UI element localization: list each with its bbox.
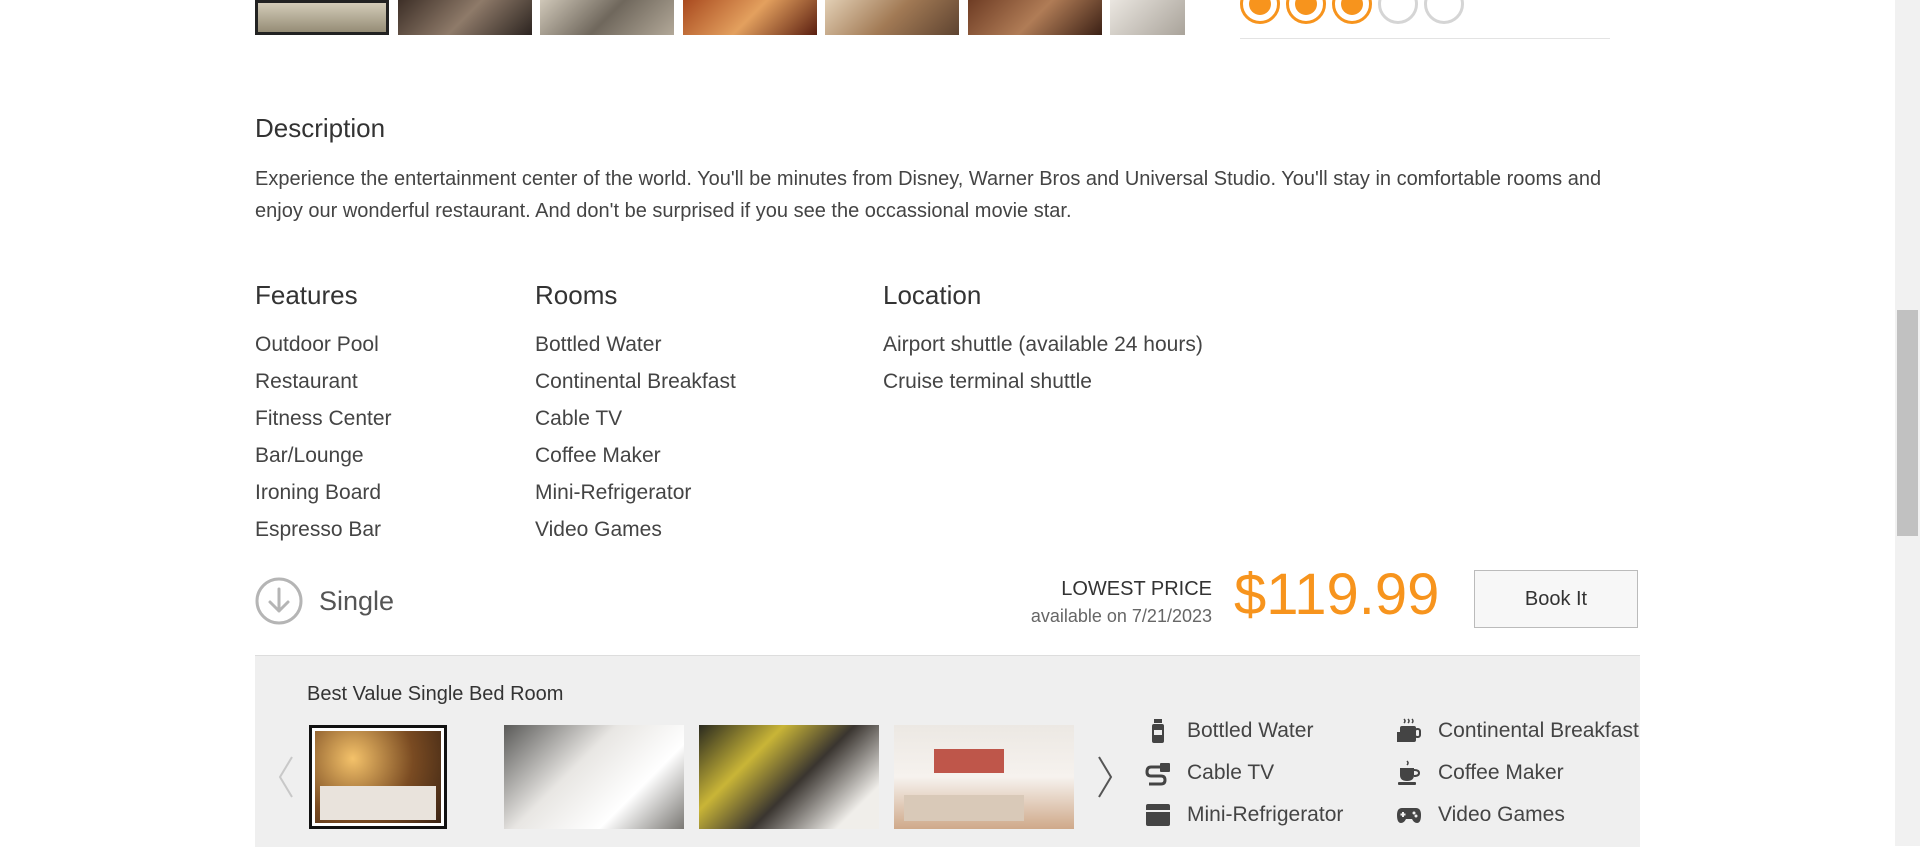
location-item: Airport shuttle (available 24 hours) xyxy=(883,333,1203,356)
gallery-thumb[interactable] xyxy=(968,0,1102,35)
room-item: Continental Breakfast xyxy=(535,370,736,393)
amenity-label: Coffee Maker xyxy=(1438,761,1564,784)
gallery-thumb[interactable] xyxy=(540,0,674,35)
rooms-heading: Rooms xyxy=(535,280,618,310)
gallery-thumb[interactable] xyxy=(398,0,532,35)
description-text: Experience the entertainment center of t… xyxy=(255,168,1602,222)
features-list: Outdoor Pool Restaurant Fitness Center B… xyxy=(255,326,392,548)
gallery-thumb[interactable] xyxy=(825,0,959,35)
feature-item: Ironing Board xyxy=(255,481,382,504)
lowest-price-label: LOWEST PRICE xyxy=(1061,578,1212,600)
room-photo[interactable] xyxy=(894,725,1074,829)
amenity-item: Bottled Water xyxy=(1145,718,1313,744)
room-item: Bottled Water xyxy=(535,333,662,356)
price-amount: $119.99 xyxy=(1234,562,1440,627)
room-item: Video Games xyxy=(535,518,662,541)
location-list: Airport shuttle (available 24 hours) Cru… xyxy=(883,326,1203,400)
gamepad-icon xyxy=(1396,802,1422,828)
rating-stars xyxy=(1240,0,1480,24)
amenity-label: Mini-Refrigerator xyxy=(1187,803,1344,826)
amenity-item: Video Games xyxy=(1396,802,1565,828)
chevron-left-icon[interactable] xyxy=(277,754,295,805)
room-photo[interactable] xyxy=(309,725,447,829)
chevron-right-icon[interactable] xyxy=(1096,754,1114,805)
description-heading: Description xyxy=(255,113,386,143)
amenity-label: Bottled Water xyxy=(1187,719,1314,742)
amenity-item: Mini-Refrigerator xyxy=(1145,802,1343,828)
room-item: Mini-Refrigerator xyxy=(535,481,692,504)
rooms-list: Bottled Water Continental Breakfast Cabl… xyxy=(535,326,736,548)
cable-icon xyxy=(1145,760,1171,786)
gallery-thumb[interactable] xyxy=(1110,0,1185,35)
amenity-item: Cable TV xyxy=(1145,760,1274,786)
room-photo[interactable] xyxy=(699,725,879,829)
star-icon xyxy=(1332,0,1372,24)
location-item: Cruise terminal shuttle xyxy=(883,370,1092,393)
star-icon xyxy=(1286,0,1326,24)
star-icon xyxy=(1378,0,1418,24)
down-arrow-circle-icon xyxy=(255,577,303,625)
price-availability: available on 7/21/2023 xyxy=(1030,606,1212,626)
room-photo[interactable] xyxy=(504,725,684,829)
feature-item: Espresso Bar xyxy=(255,518,382,541)
feature-item: Bar/Lounge xyxy=(255,444,364,467)
star-icon xyxy=(1240,0,1280,24)
bottle-icon xyxy=(1145,718,1171,744)
amenity-item: Coffee Maker xyxy=(1396,760,1564,786)
gallery-thumb[interactable] xyxy=(683,0,817,35)
book-it-button[interactable]: Book It xyxy=(1474,570,1638,628)
feature-item: Fitness Center xyxy=(255,407,392,430)
top-gallery xyxy=(255,0,1185,36)
fridge-icon xyxy=(1145,802,1171,828)
location-heading: Location xyxy=(883,280,982,310)
feature-item: Restaurant xyxy=(255,370,358,393)
feature-item: Outdoor Pool xyxy=(255,333,379,356)
amenity-label: Video Games xyxy=(1438,803,1565,826)
breakfast-icon xyxy=(1396,718,1422,744)
features-heading: Features xyxy=(255,280,358,310)
room-detail-panel: Best Value Single Bed Room Bottled Water… xyxy=(255,655,1640,847)
gallery-thumb[interactable] xyxy=(255,0,389,35)
room-item: Coffee Maker xyxy=(535,444,661,467)
coffee-cup-icon xyxy=(1396,760,1422,786)
star-icon xyxy=(1424,0,1464,24)
amenity-label: Continental Breakfast xyxy=(1438,719,1639,742)
room-title: Best Value Single Bed Room xyxy=(307,683,564,705)
room-type-toggle[interactable]: Single xyxy=(255,577,394,625)
amenity-label: Cable TV xyxy=(1187,761,1275,784)
rating-divider xyxy=(1240,38,1610,39)
room-item: Cable TV xyxy=(535,407,623,430)
scrollbar-thumb[interactable] xyxy=(1897,310,1918,536)
room-type-label: Single xyxy=(319,585,395,616)
amenity-item: Continental Breakfast xyxy=(1396,718,1639,744)
